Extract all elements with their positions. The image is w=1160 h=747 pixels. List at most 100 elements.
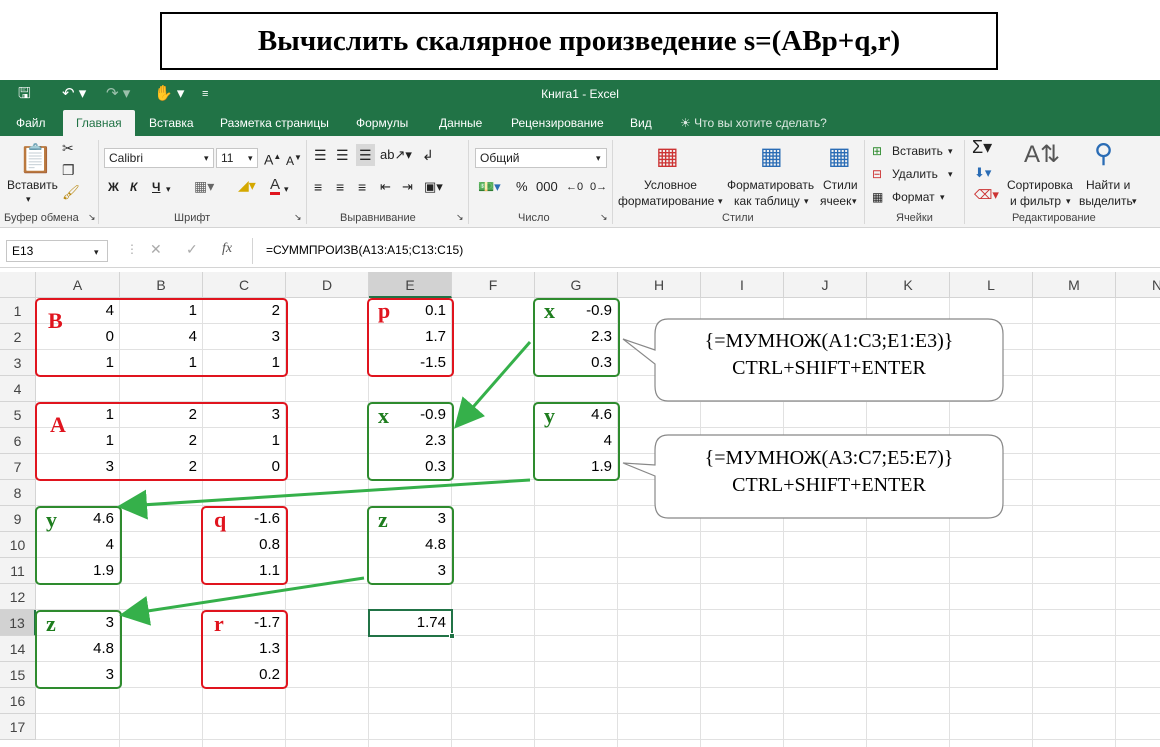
orientation-icon[interactable]: ab↗▾: [380, 148, 412, 162]
sort-filter-label-1[interactable]: Сортировка: [1007, 178, 1073, 192]
task-title: Вычислить скалярное произведение s=(ABp+…: [257, 24, 901, 57]
decrease-decimal-icon[interactable]: 0→: [590, 180, 607, 194]
font-name-select[interactable]: Calibri: [104, 148, 214, 168]
align-right-icon[interactable]: ≡: [358, 180, 366, 194]
insert-cells-icon[interactable]: ⊞: [872, 144, 882, 158]
align-bottom-icon[interactable]: ☰: [356, 144, 375, 166]
name-box[interactable]: E13: [6, 240, 108, 262]
tell-me-search[interactable]: ☀ Что вы хотите сделать?: [680, 110, 827, 136]
merge-center-icon[interactable]: ▣▾: [424, 180, 443, 194]
tab-page-layout[interactable]: Разметка страницы: [220, 110, 329, 136]
number-launcher-icon[interactable]: ↘: [600, 212, 608, 223]
callout-formula-1: {=МУМНОЖ(A1:C3;E1:E3)}: [704, 330, 954, 352]
formula-input[interactable]: =СУММПРОИЗВ(A13:A15;C13:C15): [262, 240, 1152, 262]
sort-filter-icon[interactable]: A⇅: [1024, 140, 1060, 169]
tab-formulas[interactable]: Формулы: [356, 110, 408, 136]
fill-icon[interactable]: ⬇▾: [974, 166, 991, 180]
conditional-formatting-label-1[interactable]: Условное: [644, 178, 697, 192]
delete-cells-icon[interactable]: ⊟: [872, 167, 882, 181]
align-center-icon[interactable]: ≡: [336, 180, 344, 194]
sort-filter-label-2[interactable]: и фильтр: [1010, 194, 1061, 208]
paste-chevron-icon[interactable]: ▾: [26, 192, 31, 206]
comma-style-icon[interactable]: 000: [536, 180, 558, 194]
task-title-box: Вычислить скалярное произведение s=(ABp+…: [160, 12, 998, 70]
paste-icon[interactable]: 📋: [18, 142, 53, 175]
cancel-icon[interactable]: ✕: [150, 242, 162, 256]
format-painter-icon[interactable]: 🖌: [62, 184, 80, 201]
align-middle-icon[interactable]: ☰: [336, 148, 349, 162]
italic-button[interactable]: К: [130, 180, 137, 194]
styles-group-label: Стили: [722, 212, 754, 224]
cell-styles-label-1[interactable]: Стили: [823, 178, 858, 192]
decrease-indent-icon[interactable]: ⇤: [380, 180, 391, 194]
fill-color-icon[interactable]: ◢▾: [238, 178, 256, 192]
worksheet-grid[interactable]: A B C D E F G H I J K L M N 1 2 3 4 5 6 …: [0, 272, 1160, 747]
increase-indent-icon[interactable]: ⇥: [402, 180, 413, 194]
number-format-select[interactable]: Общий: [475, 148, 607, 168]
clear-icon[interactable]: ⌫▾: [974, 188, 999, 202]
tab-review[interactable]: Рецензирование: [511, 110, 604, 136]
delete-cells-button[interactable]: Удалить: [892, 167, 938, 181]
window-title: Книга1 - Excel: [541, 87, 619, 101]
arrow-z-to-a13: [119, 576, 365, 626]
bold-button[interactable]: Ж: [108, 180, 119, 194]
chevron-down-icon[interactable]: ▾: [94, 245, 99, 259]
copy-icon[interactable]: ❐: [62, 162, 75, 179]
alignment-group-label: Выравнивание: [340, 212, 416, 224]
font-color-icon[interactable]: A: [270, 177, 281, 195]
conditional-formatting-label-2[interactable]: форматирование: [618, 194, 714, 208]
chevron-down-icon[interactable]: ▾: [596, 151, 601, 165]
chevron-down-icon[interactable]: ▾: [284, 182, 289, 196]
cell-styles-icon[interactable]: ▦: [828, 142, 851, 171]
borders-icon[interactable]: ▦▾: [194, 179, 214, 193]
chevron-down-icon: ▾: [852, 196, 857, 206]
conditional-formatting-icon[interactable]: ▦: [656, 142, 679, 171]
font-launcher-icon[interactable]: ↘: [294, 212, 302, 223]
clipboard-launcher-icon[interactable]: ↘: [88, 212, 96, 223]
percent-icon[interactable]: %: [516, 180, 528, 194]
increase-decimal-icon[interactable]: ←0: [566, 180, 583, 194]
callout-formula-2: {=МУМНОЖ(A3:C7;E5:E7)}: [704, 447, 954, 469]
chevron-down-icon[interactable]: ▾: [204, 151, 209, 165]
magnifier-icon[interactable]: ⚲: [1094, 138, 1113, 169]
more-icon: ⋮: [126, 242, 138, 256]
chevron-down-icon[interactable]: ▾: [948, 167, 953, 181]
enter-icon[interactable]: ✓: [186, 242, 198, 256]
chevron-down-icon[interactable]: ▾: [948, 144, 953, 158]
insert-cells-button[interactable]: Вставить: [892, 144, 943, 158]
format-cells-button[interactable]: Формат: [892, 190, 935, 204]
alignment-launcher-icon[interactable]: ↘: [456, 212, 464, 223]
chevron-down-icon[interactable]: ▾: [248, 151, 253, 165]
chevron-down-icon[interactable]: ▾: [940, 190, 945, 204]
chevron-down-icon[interactable]: ▾: [166, 182, 171, 196]
separator: [864, 140, 865, 224]
autosum-icon[interactable]: Σ▾: [972, 138, 992, 156]
align-left-icon[interactable]: ≡: [314, 180, 322, 194]
align-top-icon[interactable]: ☰: [314, 148, 327, 162]
cell-styles-label-2[interactable]: ячеек: [820, 194, 851, 208]
format-as-table-label-1[interactable]: Форматировать: [727, 178, 814, 192]
formula-bar: E13 ▾ ⋮ ✕ ✓ fx =СУММПРОИЗВ(A13:A15;C13:C…: [0, 234, 1160, 268]
cut-icon[interactable]: ✂: [62, 140, 74, 157]
find-select-label-1[interactable]: Найти и: [1086, 178, 1130, 192]
grow-font-icon[interactable]: A▲: [264, 150, 281, 167]
tab-insert[interactable]: Вставка: [149, 110, 194, 136]
font-group-label: Шрифт: [174, 212, 211, 224]
format-as-table-label-2[interactable]: как таблицу: [734, 194, 800, 208]
tab-file[interactable]: Файл: [16, 110, 46, 136]
shrink-font-icon[interactable]: A▼: [286, 151, 302, 168]
underline-button[interactable]: Ч: [152, 180, 160, 194]
currency-icon[interactable]: 💵▾: [478, 180, 501, 194]
tell-me-label: Что вы хотите сделать?: [694, 116, 827, 130]
paste-button[interactable]: Вставить: [7, 178, 58, 192]
format-cells-icon[interactable]: ▦: [872, 190, 883, 204]
tab-home[interactable]: Главная: [63, 110, 135, 136]
insert-function-icon[interactable]: fx: [222, 242, 232, 256]
wrap-text-icon[interactable]: ↲: [422, 148, 434, 162]
chevron-down-icon: ▾: [718, 196, 723, 206]
find-select-label-2[interactable]: выделить: [1079, 194, 1133, 208]
chevron-down-icon: ▾: [1066, 196, 1071, 206]
format-as-table-icon[interactable]: ▦: [760, 142, 783, 171]
tab-view[interactable]: Вид: [630, 110, 652, 136]
tab-data[interactable]: Данные: [439, 110, 482, 136]
